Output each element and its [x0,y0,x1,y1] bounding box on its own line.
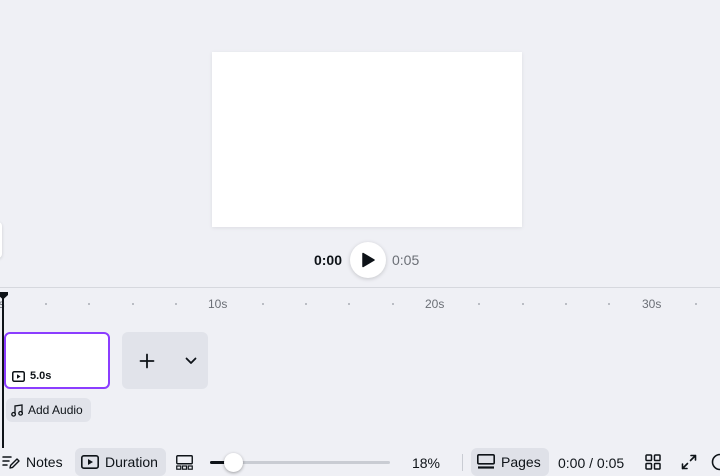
total-time: 0:05 [392,252,420,268]
grid-view-button[interactable] [642,448,664,476]
grid-icon [645,454,661,470]
design-canvas[interactable] [212,52,522,227]
ruler-tick [348,303,350,305]
ruler-tick [45,303,47,305]
zoom-percentage[interactable]: 18% [400,455,440,471]
pages-button[interactable]: Pages [471,448,549,476]
play-button[interactable] [350,242,386,278]
add-page-control [122,332,208,389]
ruler-tick [262,303,264,305]
ruler-tick [305,303,307,305]
time-range: 0:00 / 0:05 [558,455,625,471]
help-button[interactable] [711,448,720,476]
notes-label: Notes [26,454,63,470]
add-audio-button[interactable]: Add Audio [6,398,91,422]
ruler-tick [88,303,90,305]
ruler-tick [132,303,134,305]
ruler-tick [522,303,524,305]
ruler-tick [392,303,394,305]
page-duration-badge: 5.0s [12,370,51,382]
notes-button[interactable]: Notes [0,448,69,476]
add-page-button[interactable] [122,332,172,389]
add-audio-label: Add Audio [28,403,83,417]
ruler-tick [565,303,567,305]
help-icon [711,453,720,471]
ruler-label: 10s [208,297,228,311]
page-duration-text: 5.0s [30,370,52,382]
ruler-label: 30s [642,297,662,311]
fullscreen-icon [681,454,697,470]
side-panel-handle[interactable] [0,222,2,258]
ruler-tick [608,303,610,305]
current-time: 0:00 [313,252,342,268]
duration-icon [81,455,99,469]
pages-icon [477,454,495,469]
duration-button[interactable]: Duration [75,448,166,476]
ruler-tick [695,303,697,305]
film-icon [12,370,25,382]
duration-label: Duration [105,454,158,470]
zoom-slider-thumb[interactable] [223,453,243,472]
play-icon [362,252,375,268]
music-note-icon [11,403,23,417]
add-page-options-button[interactable] [174,332,208,389]
ruler-tick [478,303,480,305]
chevron-down-icon [185,357,197,364]
ruler-tick [175,303,177,305]
timeline-divider [0,287,720,288]
ruler-label: 20s [425,297,445,311]
grid-view-icon [175,454,193,470]
pages-label: Pages [501,454,541,470]
plus-icon [139,353,155,368]
thumbnail-view-button[interactable] [172,448,196,476]
notes-icon [2,456,20,469]
toolbar-divider [462,454,463,471]
fullscreen-button[interactable] [678,448,700,476]
